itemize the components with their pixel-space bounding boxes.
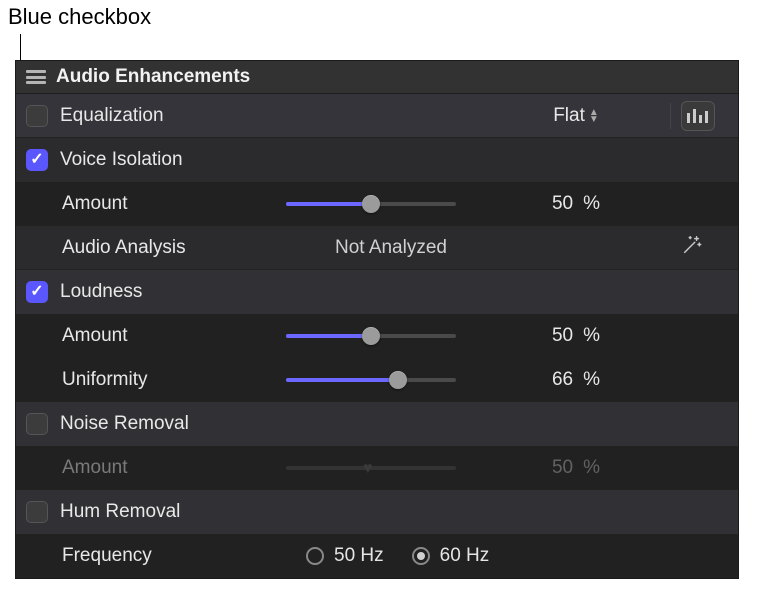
- equalization-row: Equalization Flat ▲▼: [16, 94, 738, 138]
- audio-enhancements-panel: Audio Enhancements Equalization Flat ▲▼ …: [15, 60, 739, 579]
- loudness-uniformity-label: Uniformity: [26, 369, 286, 391]
- loudness-uniformity-slider[interactable]: [286, 369, 456, 391]
- loudness-amount-value: 50: [552, 325, 573, 347]
- noise-removal-amount-label: Amount: [26, 457, 286, 479]
- noise-removal-amount-slider[interactable]: ♥: [286, 457, 456, 479]
- hum-removal-checkbox[interactable]: [26, 501, 48, 523]
- hum-removal-frequency-label: Frequency: [26, 545, 286, 567]
- frequency-radio-group: 50 Hz 60 Hz: [286, 545, 489, 567]
- loudness-amount-row: Amount 50 %: [16, 314, 738, 358]
- frequency-50hz-label: 50 Hz: [334, 545, 384, 567]
- loudness-row: Loudness: [16, 270, 738, 314]
- section-header: Audio Enhancements: [16, 61, 738, 94]
- magic-wand-icon[interactable]: [681, 234, 703, 262]
- hum-removal-label: Hum Removal: [60, 501, 295, 523]
- noise-removal-label: Noise Removal: [60, 413, 295, 435]
- loudness-amount-label: Amount: [26, 325, 286, 347]
- hum-removal-frequency-row: Frequency 50 Hz 60 Hz: [16, 534, 738, 578]
- voice-isolation-amount-value: 50: [552, 193, 573, 215]
- percent-unit: %: [583, 369, 600, 391]
- equalization-label: Equalization: [60, 105, 295, 127]
- noise-removal-amount-row: Amount ♥ 50 %: [16, 446, 738, 490]
- noise-removal-checkbox[interactable]: [26, 413, 48, 435]
- loudness-label: Loudness: [60, 281, 295, 303]
- noise-removal-row: Noise Removal: [16, 402, 738, 446]
- percent-unit: %: [583, 193, 600, 215]
- equalizer-icon: [687, 109, 708, 123]
- voice-isolation-amount-label: Amount: [26, 193, 286, 215]
- noise-removal-amount-value: 50: [552, 457, 573, 479]
- frequency-60hz-label: 60 Hz: [440, 545, 490, 567]
- section-title: Audio Enhancements: [56, 66, 250, 88]
- percent-unit: %: [583, 325, 600, 347]
- equalizer-button[interactable]: [681, 101, 715, 131]
- loudness-uniformity-value: 66: [552, 369, 573, 391]
- heart-icon: ♥: [363, 460, 373, 478]
- loudness-amount-slider[interactable]: [286, 325, 456, 347]
- loudness-checkbox[interactable]: [26, 281, 48, 303]
- percent-unit: %: [583, 457, 600, 479]
- voice-isolation-amount-row: Amount 50 %: [16, 182, 738, 226]
- loudness-uniformity-row: Uniformity 66 %: [16, 358, 738, 402]
- frequency-50hz-radio[interactable]: [306, 547, 324, 565]
- divider: [670, 103, 671, 129]
- callout-label: Blue checkbox: [8, 4, 151, 30]
- voice-isolation-checkbox[interactable]: [26, 149, 48, 171]
- hum-removal-row: Hum Removal: [16, 490, 738, 534]
- equalization-checkbox[interactable]: [26, 105, 48, 127]
- equalization-preset-value: Flat: [553, 105, 585, 127]
- chevron-updown-icon: ▲▼: [589, 109, 599, 123]
- frequency-60hz-radio[interactable]: [412, 547, 430, 565]
- audio-analysis-status: Not Analyzed: [335, 237, 447, 259]
- voice-isolation-row: Voice Isolation: [16, 138, 738, 182]
- equalization-preset-select[interactable]: Flat ▲▼: [496, 105, 656, 127]
- audio-analysis-row: Audio Analysis Not Analyzed: [16, 226, 738, 270]
- audio-analysis-label: Audio Analysis: [26, 237, 286, 259]
- voice-isolation-label: Voice Isolation: [60, 149, 295, 171]
- voice-isolation-amount-slider[interactable]: [286, 193, 456, 215]
- section-icon: [26, 70, 46, 84]
